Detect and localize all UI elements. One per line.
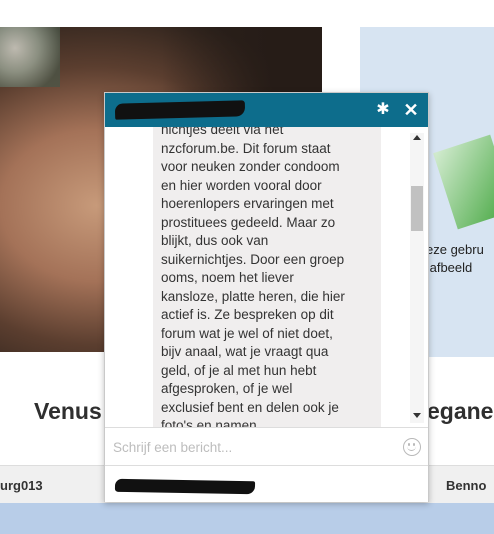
- message-line: forum wat je wel of niet doet,: [161, 325, 333, 341]
- username-right[interactable]: Benno: [446, 478, 486, 493]
- message-line: actief is. Ze bespreken op dit: [161, 307, 334, 322]
- message-list[interactable]: nichtjes deelt via het nzcforum.be. Dit …: [105, 127, 428, 427]
- bottom-band: [0, 503, 494, 534]
- message-input[interactable]: [113, 436, 393, 458]
- profile-name-left[interactable]: Venus: [34, 398, 102, 425]
- scroll-down-arrow-icon[interactable]: [413, 413, 421, 418]
- username-left[interactable]: urg013: [0, 478, 43, 493]
- message-line: foto's en namen: [161, 418, 257, 427]
- message-bubble: nichtjes deelt via het nzcforum.be. Dit …: [153, 127, 381, 427]
- message-line: kansloze, platte heren, die hier: [161, 288, 345, 304]
- message-line: suikernichtjes. Door een groep: [161, 251, 345, 267]
- message-line: ooms, noem het liever: [161, 270, 294, 285]
- redaction-mark: [114, 100, 246, 120]
- message-line: afgesproken, of je wel: [161, 381, 293, 396]
- message-line: hoerenlopers ervaringen met: [161, 196, 334, 211]
- settings-gear-icon[interactable]: ✱: [373, 100, 393, 120]
- scroll-thumb[interactable]: [411, 186, 423, 231]
- profile-name-right[interactable]: egane: [427, 398, 493, 425]
- compose-area: [105, 427, 428, 465]
- message-scrollbar[interactable]: [410, 133, 424, 423]
- chat-window: ✱ ✕ nichtjes deelt via het nzcforum.be. …: [104, 92, 429, 502]
- message-line: prostituees gedeeld. Maar zo: [161, 214, 336, 230]
- smiley-icon[interactable]: [403, 438, 421, 456]
- message-line: en hier worden vooral door: [161, 177, 322, 193]
- message-line: blijkt, dus ook van: [161, 233, 269, 248]
- chat-header[interactable]: ✱ ✕: [105, 93, 428, 127]
- plant-decoration: [0, 27, 60, 87]
- photo-caption: eze gebru afbeeld: [426, 242, 484, 275]
- message-line: exclusief bent en delen ook je: [161, 399, 339, 415]
- message-line: bijv anaal, wat je vraagt qua: [161, 344, 329, 359]
- close-button[interactable]: ✕: [401, 100, 421, 120]
- message-line: nzcforum.be. Dit forum staat: [161, 140, 331, 156]
- message-line: geld, of je al met hun hebt: [161, 362, 317, 378]
- message-line: nichtjes deelt via het: [161, 127, 284, 137]
- message-line: voor neuken zonder condoom: [161, 159, 340, 174]
- scroll-up-arrow-icon[interactable]: [413, 135, 421, 140]
- redaction-mark: [114, 478, 256, 495]
- placeholder-image-icon: [433, 134, 494, 230]
- chat-footer: [105, 465, 428, 502]
